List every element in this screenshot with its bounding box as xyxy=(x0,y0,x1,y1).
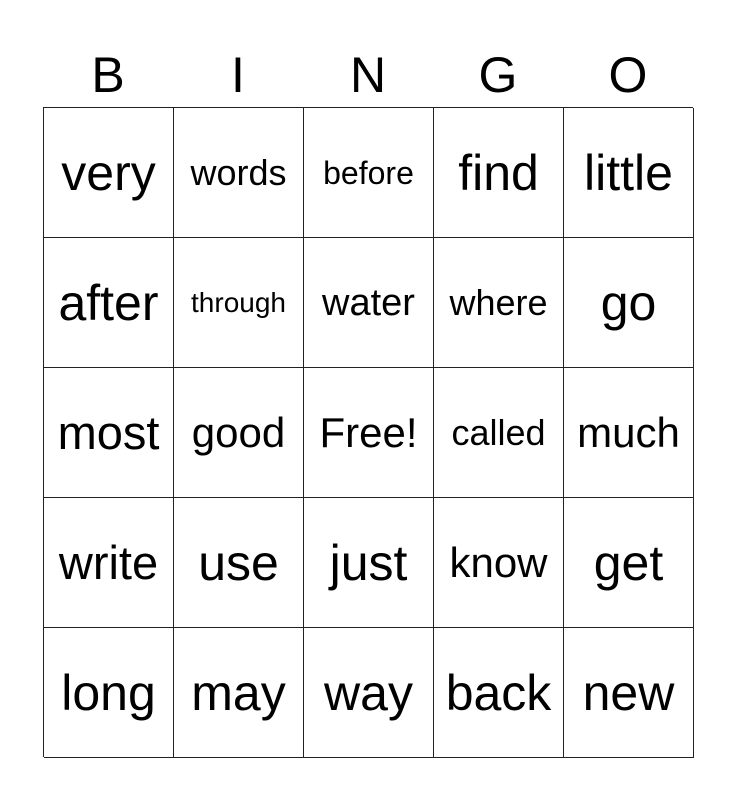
bingo-grid: very words before find little after thro… xyxy=(43,107,694,758)
bingo-header: B I N G O xyxy=(43,42,693,108)
bingo-cell[interactable]: very xyxy=(44,108,174,238)
header-letter-o: O xyxy=(608,47,648,103)
bingo-cell[interactable]: good xyxy=(174,368,304,498)
header-letter-g: G xyxy=(478,47,518,103)
cell-word: after xyxy=(58,274,159,331)
cell-word: words xyxy=(190,151,287,193)
bingo-cell[interactable]: through xyxy=(174,238,304,368)
bingo-cell[interactable]: know xyxy=(434,498,564,628)
header-letter-n: N xyxy=(349,47,387,103)
cell-word: just xyxy=(329,534,408,591)
cell-word: know xyxy=(449,538,548,586)
bingo-cell[interactable]: words xyxy=(174,108,304,238)
bingo-cell[interactable]: most xyxy=(44,368,174,498)
bingo-cell[interactable]: write xyxy=(44,498,174,628)
free-space-label: Free! xyxy=(319,408,418,456)
bingo-cell[interactable]: back xyxy=(434,628,564,758)
cell-word: through xyxy=(191,286,286,318)
cell-word: much xyxy=(577,408,680,456)
cell-word: write xyxy=(58,536,159,589)
cell-word: water xyxy=(322,281,415,324)
cell-word: where xyxy=(449,281,548,323)
bingo-cell[interactable]: water xyxy=(304,238,434,368)
cell-word: go xyxy=(600,274,657,331)
bingo-cell[interactable]: after xyxy=(44,238,174,368)
cell-word: little xyxy=(584,144,673,201)
bingo-cell[interactable]: get xyxy=(564,498,694,628)
cell-word: new xyxy=(582,664,675,721)
cell-word: good xyxy=(191,408,286,456)
free-space-cell[interactable]: Free! xyxy=(304,368,434,498)
cell-word: very xyxy=(61,144,156,201)
header-letter-b: B xyxy=(91,47,125,103)
bingo-cell[interactable]: way xyxy=(304,628,434,758)
bingo-cell[interactable]: find xyxy=(434,108,564,238)
bingo-cell[interactable]: called xyxy=(434,368,564,498)
bingo-cell[interactable]: little xyxy=(564,108,694,238)
bingo-cell[interactable]: much xyxy=(564,368,694,498)
header-letter-i: I xyxy=(231,47,245,103)
cell-word: long xyxy=(61,664,156,721)
bingo-cell[interactable]: use xyxy=(174,498,304,628)
bingo-cell[interactable]: just xyxy=(304,498,434,628)
cell-word: find xyxy=(458,144,539,201)
cell-word: way xyxy=(324,664,413,721)
cell-word: use xyxy=(198,534,279,591)
bingo-cell[interactable]: go xyxy=(564,238,694,368)
cell-word: back xyxy=(445,664,552,721)
bingo-cell[interactable]: long xyxy=(44,628,174,758)
bingo-cell[interactable]: before xyxy=(304,108,434,238)
cell-word: called xyxy=(451,411,546,453)
bingo-cell[interactable]: new xyxy=(564,628,694,758)
cell-word: may xyxy=(191,664,286,721)
cell-word: most xyxy=(57,406,160,459)
bingo-cell[interactable]: may xyxy=(174,628,304,758)
bingo-cell[interactable]: where xyxy=(434,238,564,368)
cell-word: get xyxy=(593,534,664,591)
cell-word: before xyxy=(323,154,414,191)
